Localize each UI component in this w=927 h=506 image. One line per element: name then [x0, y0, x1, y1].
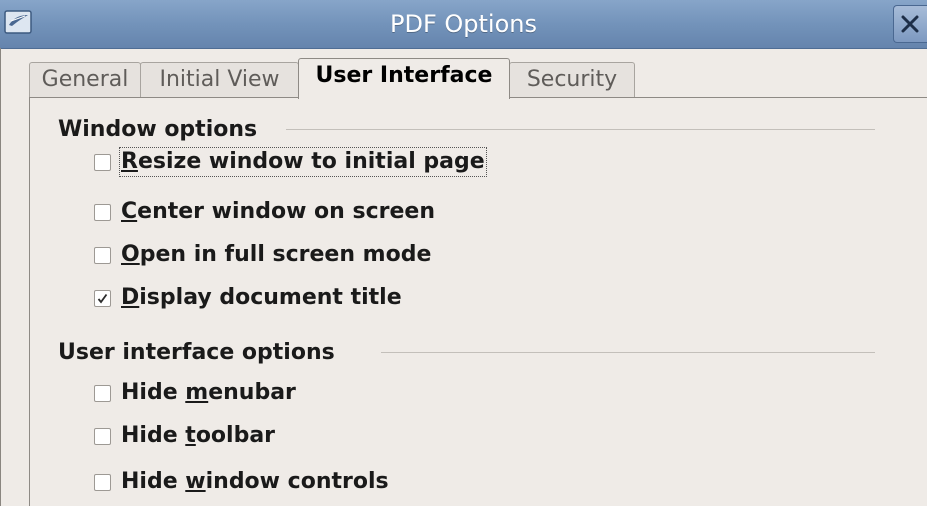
tab-security[interactable]: Security: [509, 62, 635, 98]
hide-menubar-option[interactable]: Hide menubar: [94, 377, 394, 411]
close-button[interactable]: [893, 5, 927, 43]
checkmark-icon: [97, 293, 108, 304]
display-title-checkbox[interactable]: [94, 290, 111, 307]
window-options-divider: [286, 129, 875, 130]
resize-window-checkbox[interactable]: [94, 154, 111, 171]
center-window-option[interactable]: Center window on screen: [94, 196, 494, 230]
hide-menubar-label: Hide menubar: [121, 380, 296, 405]
hide-toolbar-option[interactable]: Hide toolbar: [94, 420, 394, 454]
full-screen-option[interactable]: Open in full screen mode: [94, 239, 494, 273]
window-options-heading: Window options: [58, 117, 258, 142]
center-window-label: Center window on screen: [121, 199, 435, 224]
pdf-options-dialog: PDF Options General Initial View User In…: [0, 0, 927, 506]
tab-initial-view[interactable]: Initial View: [140, 62, 299, 98]
hide-window-controls-option[interactable]: Hide window controls: [94, 466, 434, 500]
hide-toolbar-checkbox[interactable]: [94, 428, 111, 445]
hide-menubar-checkbox[interactable]: [94, 385, 111, 402]
hide-window-controls-checkbox[interactable]: [94, 474, 111, 491]
window-frame: [0, 48, 1, 506]
hide-window-controls-label: Hide window controls: [121, 469, 389, 494]
tab-user-interface[interactable]: User Interface: [298, 58, 510, 99]
display-title-option[interactable]: Display document title: [94, 282, 494, 316]
dialog-title: PDF Options: [390, 10, 537, 38]
hide-toolbar-label: Hide toolbar: [121, 423, 276, 448]
resize-window-label: Resize window to initial page: [119, 147, 487, 177]
title-bar[interactable]: PDF Options: [0, 0, 927, 49]
tab-general[interactable]: General: [29, 62, 141, 98]
ui-options-heading: User interface options: [58, 340, 335, 365]
resize-window-option[interactable]: Resize window to initial page: [94, 146, 534, 180]
full-screen-label: Open in full screen mode: [121, 242, 432, 267]
full-screen-checkbox[interactable]: [94, 247, 111, 264]
ui-options-divider: [381, 352, 875, 353]
center-window-checkbox[interactable]: [94, 204, 111, 221]
display-title-label: Display document title: [121, 285, 402, 310]
